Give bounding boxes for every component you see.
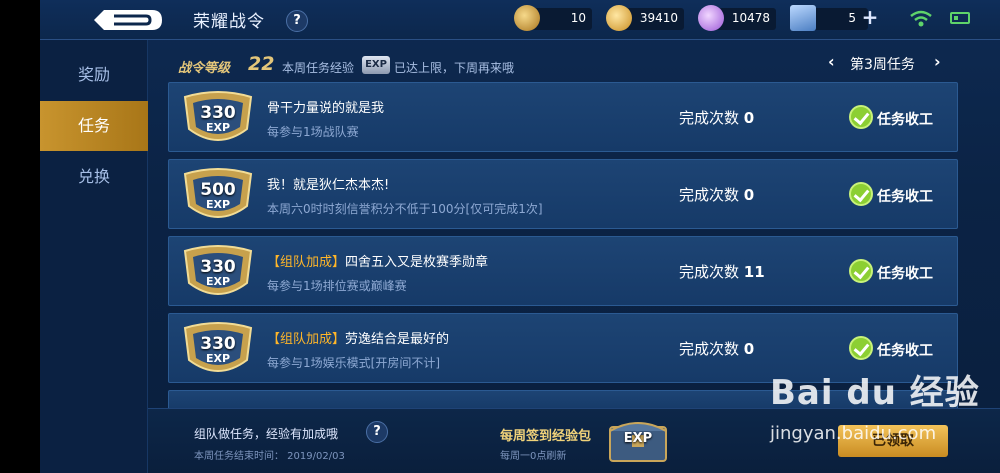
sidebar-item-tasks[interactable]: 任务 [40,101,148,151]
card-icon [790,5,816,31]
task-row: 500 EXP 我！就是狄仁杰本杰! 本周六0时时刻信誉积分不低于100分[仅可… [168,159,958,229]
check-icon [849,259,873,283]
resource-card: 5 + [790,5,878,31]
check-icon [849,182,873,206]
task-title: 四舍五入又是枚赛季勋章 [345,255,489,270]
level-label: 战令等级 [178,61,231,76]
week-nav: ‹ 第3周任务 › [828,52,948,74]
resource-diamond: 10478 [698,5,776,31]
exp-reward-badge: 330 EXP [179,243,257,301]
task-desc: 每参与1场战队赛 [267,125,359,139]
chest-label: EXP [623,431,653,446]
team-bonus-tag: 【组队加成】 [267,332,346,347]
count-label: 完成次数 [679,263,740,281]
back-arrow-icon [94,10,162,30]
task-row: 330 EXP 【组队加成】四舍五入又是枚赛季勋章 每参与1场排位赛或巅峰赛 完… [168,236,958,306]
resource-value: 39410 [639,11,678,25]
status-text: 任务收工 [877,266,933,282]
diamond-icon [698,5,724,31]
status-text: 任务收工 [877,189,933,205]
task-desc: 本周六0时时刻信誉积分不低于100分[仅可完成1次] [267,202,543,216]
back-button[interactable] [90,6,170,34]
baidu-watermark: Bai du 经验 jingyan.baidu.com [770,365,990,470]
sidebar-item-exchange[interactable]: 兑换 [40,152,148,202]
completion-count: 完成次数 11 [679,261,765,282]
exp-amount: 330 [200,334,236,354]
exp-amount: 330 [200,103,236,123]
resource-value: 10478 [731,11,770,25]
completion-count: 完成次数 0 [679,338,754,359]
check-icon [849,105,873,129]
weekly-exp-label: 本周任务经验 [282,61,355,75]
battery-icon [950,12,970,24]
check-icon [849,336,873,360]
exp-unit: EXP [205,275,231,288]
task-end-time: 本周任务结束时间： 2019/02/03 [194,451,345,462]
weekly-sign-title: 每周签到经验包 [500,429,592,444]
completion-count: 完成次数 0 [679,107,754,128]
exp-chest-icon[interactable]: EXP [606,413,670,465]
task-row: 330 EXP 骨干力量说的就是我 每参与1场战队赛 完成次数 0 任务收工 [168,82,958,152]
task-title: 我！就是狄仁杰本杰! [267,178,390,193]
resource-value: 10 [570,11,586,25]
resource-gold: 39410 [606,5,684,31]
count-label: 完成次数 [679,186,740,204]
task-desc: 每参与1场娱乐模式[开房间不计] [267,356,440,370]
task-name: 我！就是狄仁杰本杰! [267,174,389,193]
page-title: 荣耀战令 [193,12,265,32]
task-name: 骨干力量说的就是我 [267,97,384,116]
completion-count: 完成次数 0 [679,184,754,205]
level-value: 22 [248,53,275,75]
exp-unit: EXP [205,198,231,211]
status-text: 任务收工 [877,112,933,128]
task-name: 【组队加成】四舍五入又是枚赛季勋章 [267,251,488,270]
exp-reward-badge: 330 EXP [179,89,257,147]
wifi-icon [910,10,932,27]
footer-help-button[interactable]: ? [366,421,388,443]
exp-amount: 500 [200,180,236,200]
sidebar: 奖励 任务 兑换 [40,40,148,473]
add-card-button[interactable]: + [858,6,882,30]
exp-limit-text: 已达上限，下周再来哦 [394,61,515,75]
count-label: 完成次数 [679,109,740,127]
game-screen: 荣耀战令 ? 10 39410 10478 5 + 奖励 任务 兑换 战令等级 … [0,0,1000,473]
watermark-url: jingyan.baidu.com [770,423,937,444]
watermark-logo: Bai du 经验 [770,373,980,413]
feather-icon [514,5,540,31]
week-label: 第3周任务 [850,57,915,73]
exp-amount: 330 [200,257,236,277]
count-value: 0 [743,186,755,204]
count-value: 0 [743,109,755,127]
team-bonus-tip: 组队做任务，经验有加成哦 [194,427,339,441]
count-label: 完成次数 [679,340,740,358]
count-value: 11 [743,263,765,281]
exp-badge-icon: EXP [362,56,390,74]
help-button[interactable]: ? [286,10,308,32]
prev-week-button[interactable]: ‹ [828,52,835,71]
sidebar-item-rewards[interactable]: 奖励 [40,50,148,100]
status-text: 任务收工 [877,343,933,359]
exp-unit: EXP [205,352,231,365]
resource-feather: 10 [514,5,592,31]
task-desc: 每参与1场排位赛或巅峰赛 [267,279,407,293]
left-edge [0,0,40,473]
gold-coin-icon [606,5,632,31]
task-title: 劳逸结合是最好的 [345,332,450,347]
task-title: 骨干力量说的就是我 [267,101,385,116]
next-week-button[interactable]: › [934,52,941,71]
count-value: 0 [743,340,755,358]
weekly-sign-subtitle: 每周一0点刷新 [500,451,567,462]
task-name: 【组队加成】劳逸结合是最好的 [267,328,449,347]
team-bonus-tag: 【组队加成】 [267,255,346,270]
exp-reward-badge: 330 EXP [179,320,257,378]
resource-value: 5 [848,11,856,25]
exp-unit: EXP [205,121,231,134]
exp-reward-badge: 500 EXP [179,166,257,224]
